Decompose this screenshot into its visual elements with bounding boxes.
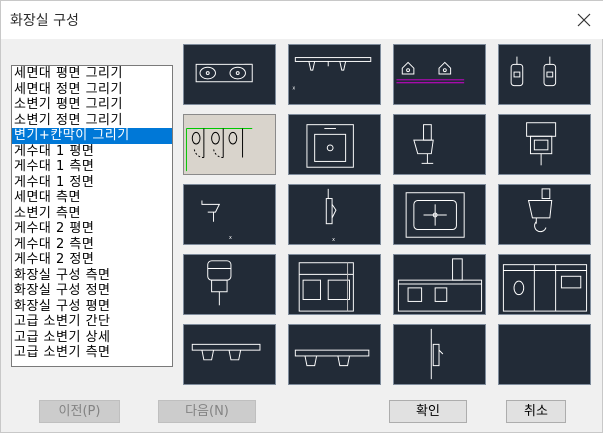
next-button[interactable]: 다음(N) — [158, 400, 256, 423]
thumb-basin-front[interactable]: x — [288, 44, 381, 105]
thumb-mop-sink-side[interactable] — [393, 114, 486, 175]
list-item[interactable]: 게수대 1 측면 — [12, 159, 172, 175]
list-item[interactable]: 세면대 정면 그리기 — [12, 82, 172, 98]
list-item[interactable]: 화장실 구성 측면 — [12, 268, 172, 284]
list-item[interactable]: 게수대 1 정면 — [12, 175, 172, 191]
thumb-mop-sink2-front[interactable] — [183, 254, 276, 315]
thumb-urinal-simple[interactable] — [183, 324, 276, 385]
thumb-urinal-front[interactable] — [498, 44, 591, 105]
thumb-basin-plan[interactable] — [183, 44, 276, 105]
list-item[interactable]: 화장실 구성 정면 — [12, 283, 172, 299]
thumb-toilet-partition[interactable] — [183, 114, 276, 175]
list-item[interactable]: 게수대 2 평면 — [12, 221, 172, 237]
thumb-mop-sink-front[interactable] — [498, 114, 591, 175]
svg-text:x: x — [292, 86, 295, 91]
list-item[interactable]: 고급 소변기 측면 — [12, 345, 172, 361]
list-item[interactable]: 세면대 평면 그리기 — [12, 66, 172, 82]
list-item[interactable]: 소변기 평면 그리기 — [12, 97, 172, 113]
list-item-selected[interactable]: 변기+칸막이 그리기 — [12, 128, 172, 144]
cancel-button[interactable]: 취소 — [506, 400, 566, 423]
thumb-urinal-side[interactable]: x — [288, 184, 381, 245]
list-item[interactable]: 고급 소변기 간단 — [12, 314, 172, 330]
list-item[interactable]: 게수대 2 정면 — [12, 252, 172, 268]
ok-button[interactable]: 확인 — [389, 400, 467, 423]
list-item[interactable]: 게수대 2 측면 — [12, 237, 172, 253]
list-item[interactable]: 소변기 정면 그리기 — [12, 113, 172, 129]
thumb-urinal-plan[interactable] — [393, 44, 486, 105]
thumb-restroom-plan[interactable] — [498, 254, 591, 315]
prev-button[interactable]: 이전(P) — [39, 400, 120, 423]
thumb-mop-sink2-side[interactable] — [498, 184, 591, 245]
list-item[interactable]: 게수대 1 평면 — [12, 144, 172, 160]
list-item[interactable]: 고급 소변기 상세 — [12, 330, 172, 346]
list-item[interactable]: 소변기 측면 — [12, 206, 172, 222]
thumb-urinal-side-detail[interactable] — [393, 324, 486, 385]
thumb-restroom-front[interactable] — [393, 254, 486, 315]
thumb-empty[interactable] — [498, 324, 591, 385]
list-item[interactable]: 세면대 측면 — [12, 190, 172, 206]
thumb-restroom-side[interactable] — [288, 254, 381, 315]
svg-text:x: x — [229, 236, 232, 241]
thumb-mop-sink2-plan[interactable] — [393, 184, 486, 245]
drawing-type-list[interactable]: 세면대 평면 그리기 세면대 정면 그리기 소변기 평면 그리기 소변기 정면 … — [11, 65, 173, 367]
thumb-mop-sink-plan[interactable] — [288, 114, 381, 175]
window-title: 화장실 구성 — [10, 13, 79, 29]
close-icon[interactable] — [569, 5, 599, 35]
toilet-layout-dialog: 화장실 구성 세면대 평면 그리기 세면대 정면 그리기 소변기 평면 그리기 … — [0, 0, 603, 433]
title-bar: 화장실 구성 — [1, 1, 603, 39]
thumb-urinal-detail[interactable] — [288, 324, 381, 385]
list-item[interactable]: 화장실 구성 평면 — [12, 299, 172, 315]
svg-text:x: x — [332, 238, 335, 243]
thumb-basin-side[interactable]: x — [183, 184, 276, 245]
